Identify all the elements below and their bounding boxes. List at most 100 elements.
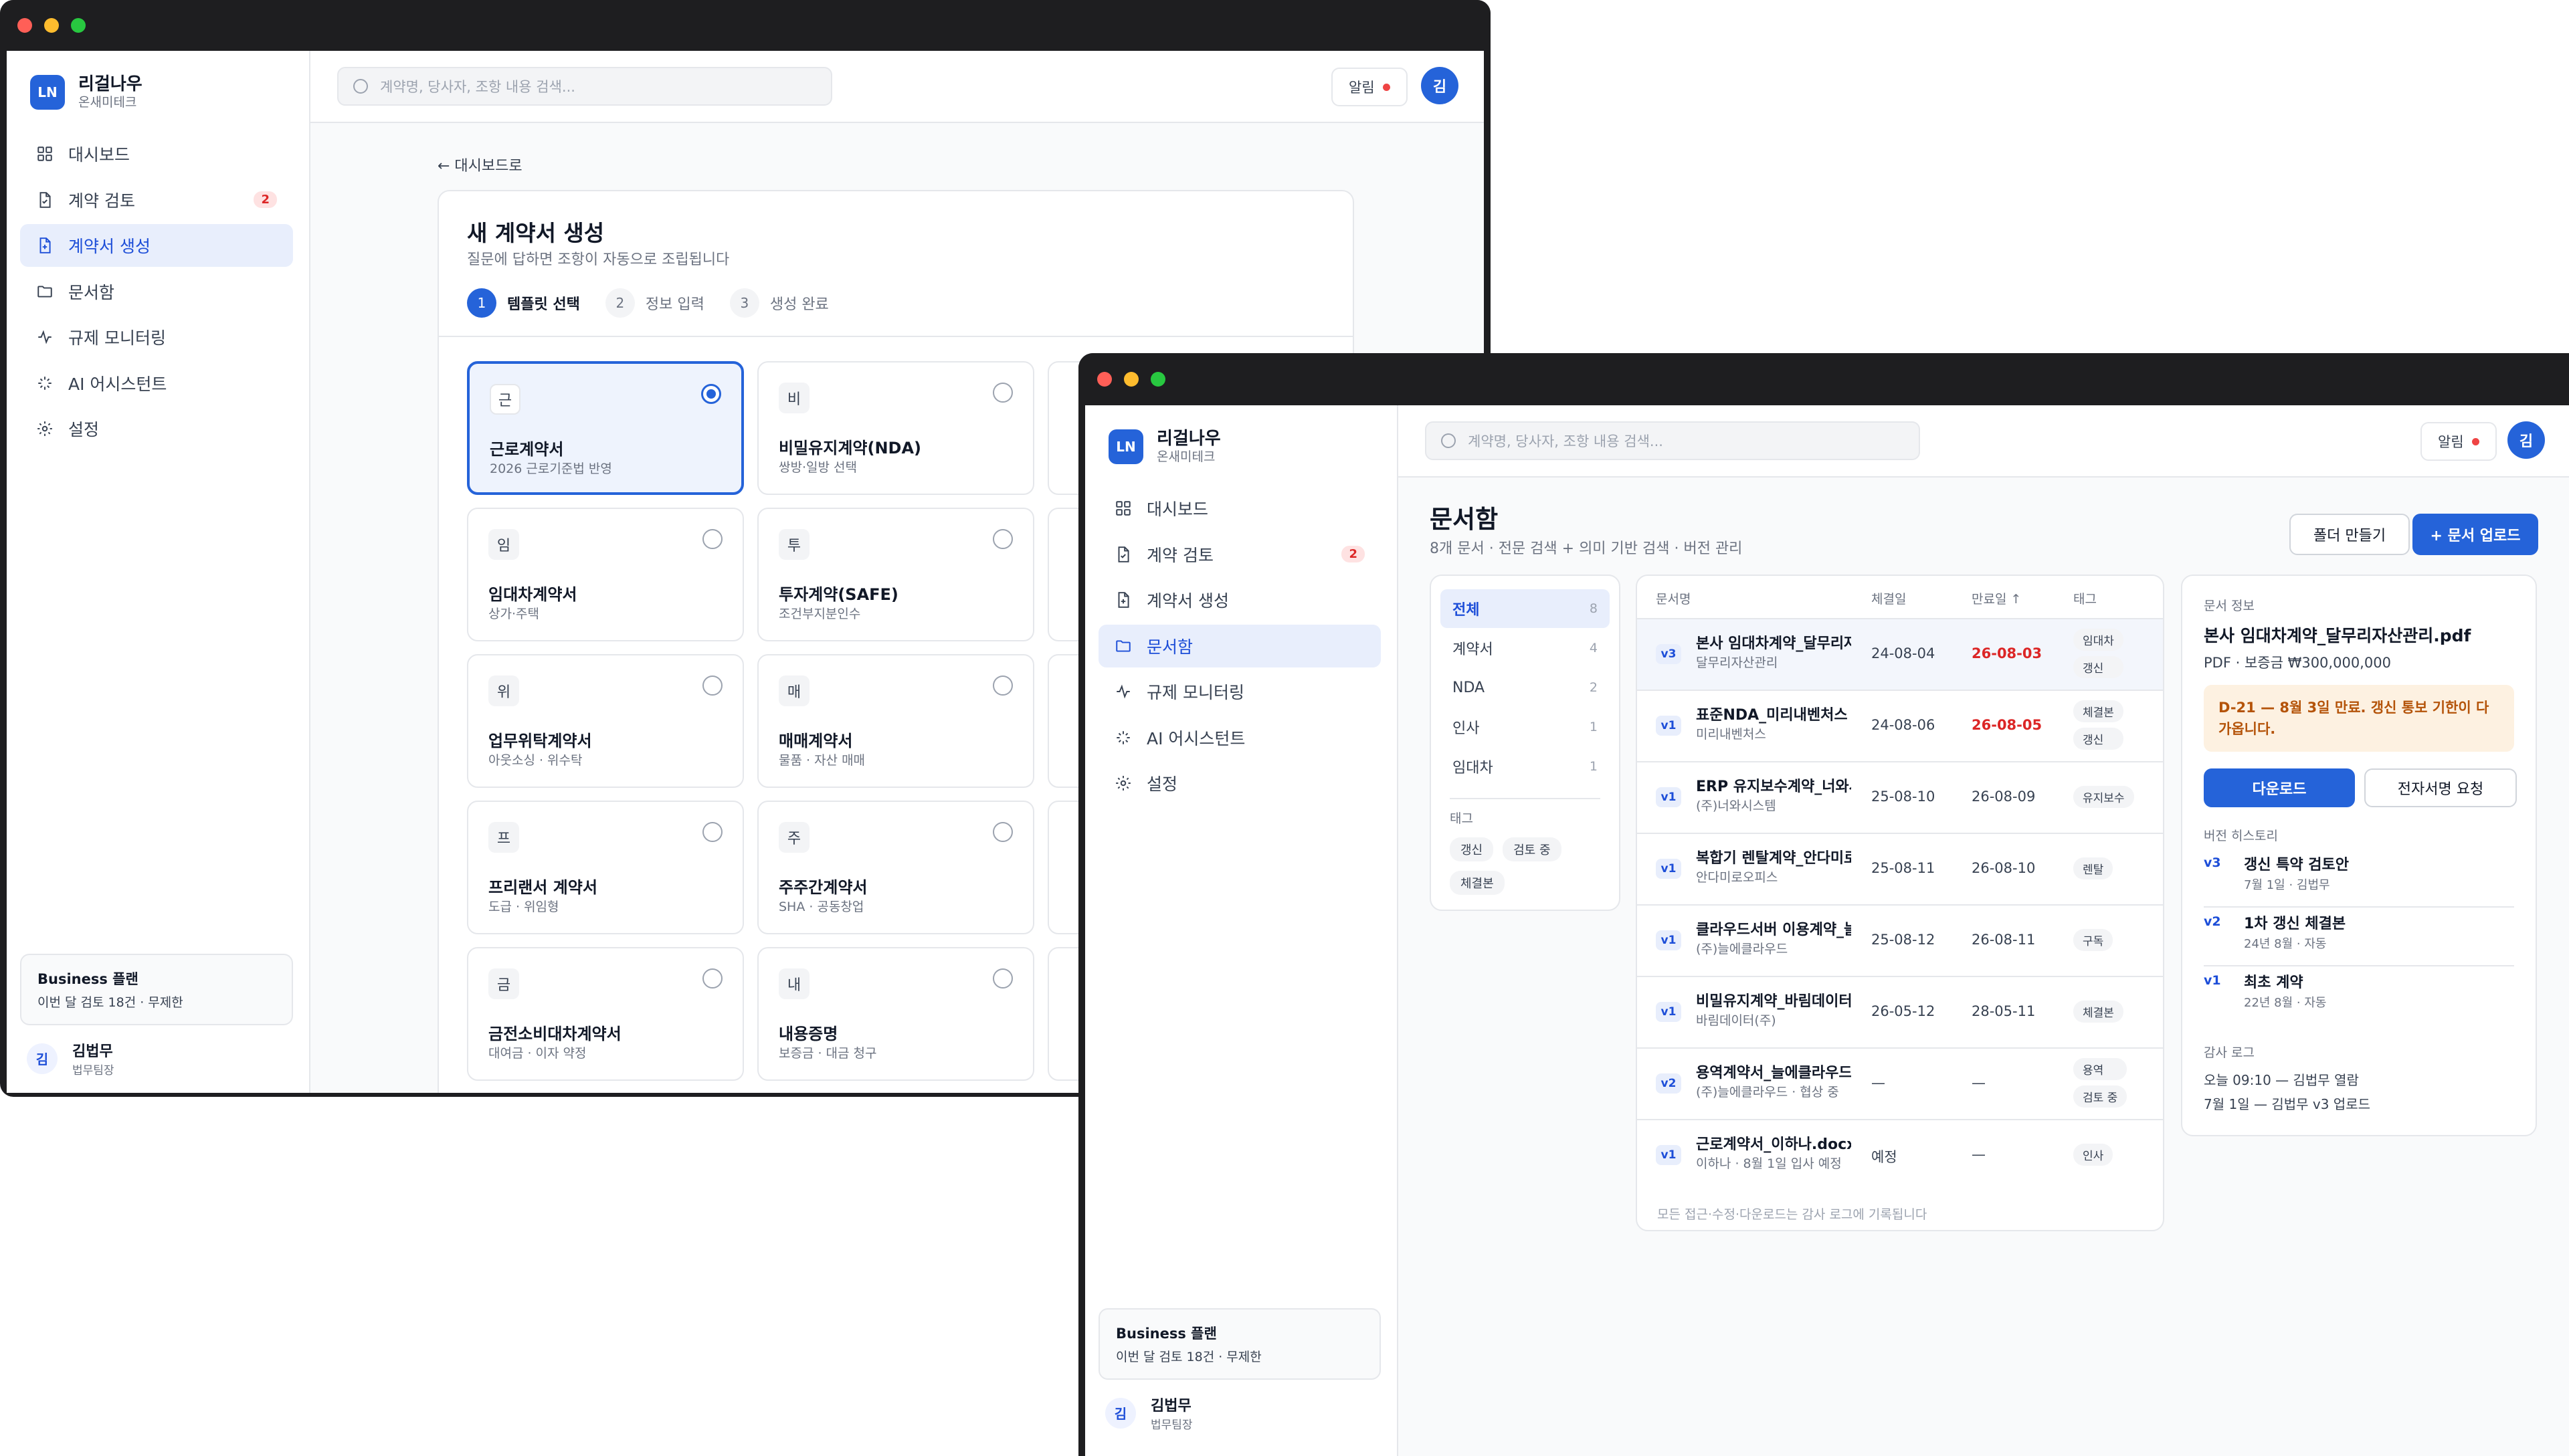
main-area: 계약명, 당사자, 조항 내용 검색... 알림 김 문서함 8개 문서 · 전… bbox=[1398, 405, 2569, 1456]
template-radio[interactable] bbox=[993, 383, 1013, 403]
template-card[interactable]: 프 프리랜서 계약서 도급 · 위임형 bbox=[467, 801, 744, 934]
template-radio[interactable] bbox=[993, 529, 1013, 549]
tag-filter[interactable]: 체결본 bbox=[1450, 871, 1505, 895]
column-header-signed[interactable]: 체결일 bbox=[1871, 589, 1906, 607]
table-row[interactable]: v1 근로계약서_이하나.docx 이하나 · 8월 1일 입사 예정 예정 — 인사 bbox=[1637, 1119, 2163, 1188]
close-window-button[interactable] bbox=[17, 18, 32, 33]
folder-item[interactable]: 임대차 1 bbox=[1440, 747, 1610, 786]
sidebar-item-1[interactable]: 계약 검토 2 bbox=[20, 179, 293, 221]
template-radio[interactable] bbox=[993, 968, 1013, 989]
table-row[interactable]: v1 표준NDA_미리내벤처스 미리내벤처스 24-08-06 26-08-05 체결본 갱… bbox=[1637, 690, 2163, 761]
front-window: LN 리걸나우 온새미테크 대시보드 계약 검토 2 계약서 생성 문서함 규제 모니터링… bbox=[1078, 353, 2569, 1456]
template-radio[interactable] bbox=[993, 675, 1013, 696]
sidebar-item-label: 규제 모니터링 bbox=[68, 328, 166, 348]
template-card[interactable]: 비 비밀유지계약(NDA) 쌍방·일방 선택 bbox=[757, 361, 1034, 495]
template-name: 투자계약(SAFE) bbox=[779, 585, 898, 604]
template-card[interactable]: 금 금전소비대차계약서 대여금 · 이자 약정 bbox=[467, 947, 744, 1081]
version-history-item[interactable]: v2 1차 갱신 체결본 24년 8월 · 자동 bbox=[2204, 912, 2514, 968]
row-tags: 인사 bbox=[2073, 1144, 2113, 1166]
brand: LN 리걸나우 온새미테크 bbox=[1109, 429, 1221, 465]
wizard-step-2[interactable]: 2 정보 입력 bbox=[605, 288, 704, 318]
file-plus-icon bbox=[36, 237, 54, 254]
table-row[interactable]: v1 ERP 유지보수계약_너와시스템 (주)너와시스템 25-08-10 26-08-… bbox=[1637, 761, 2163, 833]
close-window-button[interactable] bbox=[1097, 372, 1112, 387]
search-input[interactable]: 계약명, 당사자, 조항 내용 검색... bbox=[1425, 421, 1920, 460]
folder-item[interactable]: 전체 8 bbox=[1440, 589, 1610, 628]
version-badge: v1 bbox=[1656, 1002, 1681, 1022]
table-row[interactable]: v1 클라우드서버 이용계약_늘에클라우드 (주)늘에클라우드 25-08-12 26-… bbox=[1637, 904, 2163, 976]
table-row[interactable]: v1 복합기 렌탈계약_안다미로오피스안다미로오피스 25-08-11 26-08-1… bbox=[1637, 833, 2163, 904]
minimize-window-button[interactable] bbox=[1124, 372, 1139, 387]
template-radio[interactable] bbox=[702, 675, 723, 696]
version-history-item[interactable]: v3 갱신 특약 검토안 7월 1일 · 김법무 bbox=[2204, 853, 2514, 909]
signed-date: 26-05-12 bbox=[1871, 1003, 1935, 1019]
sidebar-item-1[interactable]: 계약 검토 2 bbox=[1099, 533, 1381, 576]
template-radio[interactable] bbox=[702, 529, 723, 549]
template-radio[interactable] bbox=[702, 822, 723, 842]
template-card[interactable]: 위 업무위탁계약서 아웃소싱 · 위수탁 bbox=[467, 654, 744, 788]
version-label: v1 bbox=[2204, 973, 2221, 988]
tag-badge: 체결본 bbox=[2073, 1001, 2123, 1023]
template-card[interactable]: 매 매매계약서 물품 · 자산 매매 bbox=[757, 654, 1034, 788]
sidebar-item-6[interactable]: 설정 bbox=[1099, 762, 1381, 805]
download-button[interactable]: 다운로드 bbox=[2204, 768, 2355, 807]
sidebar-item-2[interactable]: 계약서 생성 bbox=[20, 224, 293, 267]
pulse-icon bbox=[1115, 683, 1132, 700]
avatar-button[interactable]: 김 bbox=[2507, 421, 2545, 459]
minimize-window-button[interactable] bbox=[44, 18, 59, 33]
alerts-button[interactable]: 알림 bbox=[2420, 422, 2497, 461]
template-name: 근로계약서 bbox=[490, 440, 564, 459]
search-input[interactable]: 계약명, 당사자, 조항 내용 검색... bbox=[337, 67, 832, 106]
tag-list: 갱신 검토 중체결본 bbox=[1450, 837, 1606, 895]
sidebar-item-label: 대시보드 bbox=[68, 145, 130, 165]
sidebar-item-0[interactable]: 대시보드 bbox=[1099, 487, 1381, 530]
table-row[interactable]: v3 본사 임대차계약_달무리자산관리달무리자산관리 24-08-04 26-08-0… bbox=[1637, 618, 2163, 690]
template-card[interactable]: 내 내용증명 보증금 · 대금 청구 bbox=[757, 947, 1034, 1081]
sidebar-item-6[interactable]: 설정 bbox=[20, 407, 293, 450]
sidebar-item-5[interactable]: AI 어시스턴트 bbox=[20, 362, 293, 405]
maximize-window-button[interactable] bbox=[71, 18, 86, 33]
template-radio[interactable] bbox=[993, 822, 1013, 842]
sidebar-item-0[interactable]: 대시보드 bbox=[20, 132, 293, 175]
folder-item[interactable]: 계약서 4 bbox=[1440, 629, 1610, 667]
template-radio[interactable] bbox=[702, 968, 723, 989]
folder-item[interactable]: NDA 2 bbox=[1440, 668, 1610, 707]
version-history-item[interactable]: v1 최초 계약 22년 8월 · 자동 bbox=[2204, 970, 2514, 1027]
column-header-expiry[interactable]: 만료일 ↑ bbox=[1972, 589, 2021, 607]
alerts-button[interactable]: 알림 bbox=[1331, 68, 1408, 106]
table-row[interactable]: v1 비밀유지계약_바림데이터 바림데이터(주) 26-05-12 28-05-11 체결… bbox=[1637, 976, 2163, 1047]
avatar-button[interactable]: 김 bbox=[1421, 67, 1458, 104]
sidebar-item-4[interactable]: 규제 모니터링 bbox=[20, 316, 293, 358]
template-card[interactable]: 투 투자계약(SAFE) 조건부지분인수 bbox=[757, 508, 1034, 641]
sidebar-item-3[interactable]: 문서함 bbox=[1099, 624, 1381, 667]
template-card[interactable]: 근 근로계약서 2026 근로기준법 반영 bbox=[467, 361, 744, 495]
signed-date: 24-08-04 bbox=[1871, 645, 1935, 661]
tag-filter[interactable]: 검토 중 bbox=[1503, 837, 1561, 861]
back-link[interactable]: ← 대시보드로 bbox=[438, 154, 522, 175]
sidebar-item-5[interactable]: AI 어시스턴트 bbox=[1099, 716, 1381, 759]
sidebar-item-4[interactable]: 규제 모니터링 bbox=[1099, 670, 1381, 713]
tag-filter[interactable]: 갱신 bbox=[1450, 837, 1494, 861]
wizard-step-1[interactable]: 1 템플릿 선택 bbox=[467, 288, 580, 318]
upload-document-button[interactable]: + 문서 업로드 bbox=[2412, 514, 2538, 555]
template-card[interactable]: 주 주주간계약서 SHA · 공동창업 bbox=[757, 801, 1034, 934]
column-header-name[interactable]: 문서명 bbox=[1656, 589, 1691, 607]
template-radio[interactable] bbox=[701, 384, 721, 404]
folder-item[interactable]: 인사 1 bbox=[1440, 708, 1610, 746]
user-profile[interactable]: 김 김법무 법무팀장 bbox=[27, 1039, 114, 1077]
sidebar-item-2[interactable]: 계약서 생성 bbox=[1099, 579, 1381, 621]
sidebar-item-label: 문서함 bbox=[68, 282, 115, 302]
sidebar-item-3[interactable]: 문서함 bbox=[20, 270, 293, 313]
user-profile[interactable]: 김 김법무 법무팀장 bbox=[1105, 1394, 1193, 1432]
template-card[interactable]: 임 임대차계약서 상가·주택 bbox=[467, 508, 744, 641]
maximize-window-button[interactable] bbox=[1151, 372, 1165, 387]
table-row[interactable]: v2 용역계약서_늘에클라우드 (주)늘에클라우드 · 협상 중 — — 용역 검토 중 bbox=[1637, 1047, 2163, 1119]
user-team: 법무팀장 bbox=[72, 1064, 114, 1077]
column-header-tags[interactable]: 태그 bbox=[2073, 589, 2097, 607]
wizard-step-3[interactable]: 3 생성 완료 bbox=[729, 288, 829, 318]
document-party: 미리내벤처스 bbox=[1696, 727, 1766, 742]
esign-request-button[interactable]: 전자서명 요청 bbox=[2364, 768, 2517, 807]
gear-icon bbox=[1115, 774, 1132, 792]
create-folder-button[interactable]: 폴더 만들기 bbox=[2289, 514, 2410, 555]
version-title: 1차 갱신 체결본 bbox=[2244, 916, 2346, 932]
